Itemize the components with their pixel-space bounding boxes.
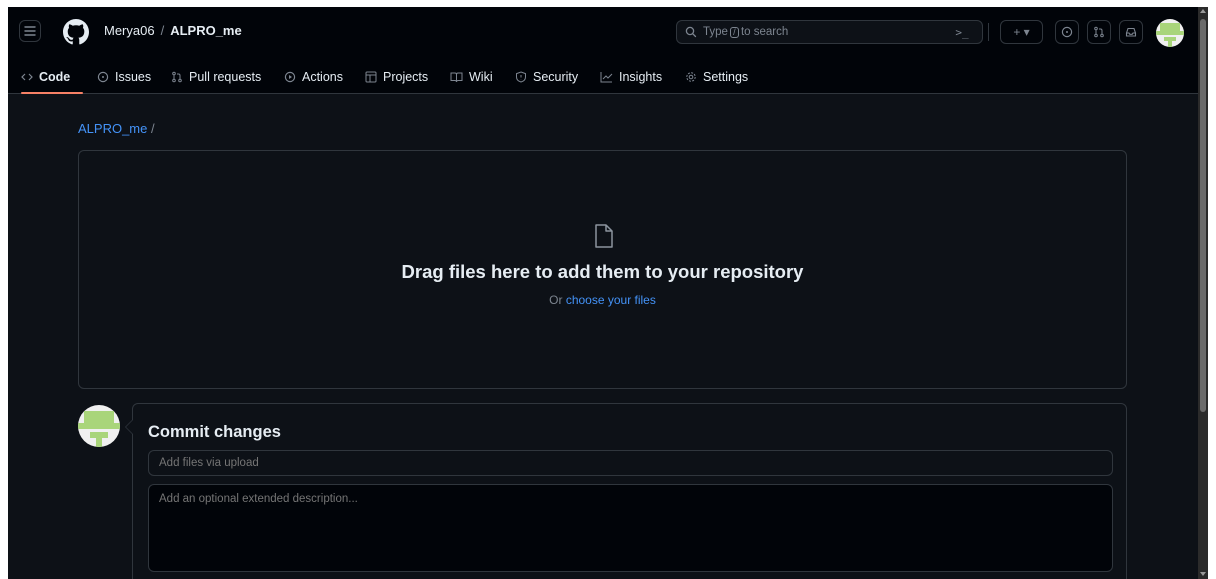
repo-breadcrumb: Merya06 / ALPRO_me [104, 23, 242, 38]
github-logo-icon[interactable] [63, 19, 89, 45]
tab-label: Security [533, 70, 579, 84]
owner-link[interactable]: Merya06 [104, 23, 155, 38]
command-palette-icon: >_ [955, 25, 969, 39]
tab-label: Projects [383, 70, 429, 84]
issues-button[interactable] [1055, 20, 1079, 44]
drop-zone-title: Drag files here to add them to your repo… [401, 261, 804, 282]
code-icon [21, 71, 33, 83]
pull-request-icon [1094, 26, 1104, 38]
table-icon [365, 71, 377, 83]
choose-files-link[interactable]: choose your files [566, 293, 656, 307]
repo-link[interactable]: ALPRO_me [170, 23, 242, 38]
search-placeholder-prefix: Type [703, 26, 728, 38]
plus-icon: + ▾ [1013, 25, 1030, 39]
tab-security[interactable]: Security [515, 66, 578, 88]
repo-header: Merya06 / ALPRO_me Type / to search >_ +… [8, 7, 1198, 94]
commit-author-avatar [78, 405, 120, 447]
create-new-button[interactable]: + ▾ [1000, 20, 1043, 44]
hamburger-menu-button[interactable] [19, 20, 41, 42]
tab-wiki[interactable]: Wiki [450, 66, 493, 88]
tab-label: Actions [302, 70, 343, 84]
upload-path-breadcrumb: ALPRO_me / [78, 121, 155, 136]
search-input[interactable]: Type / to search [676, 20, 983, 44]
drop-zone-subtitle: Or choose your files [79, 293, 1126, 307]
breadcrumb-separator: / [160, 23, 165, 38]
avatar[interactable] [1156, 19, 1184, 47]
file-icon [595, 224, 613, 248]
header-divider [988, 23, 989, 41]
tab-settings[interactable]: Settings [685, 66, 748, 88]
repo-tabs: Code Issues Pull requests Actions Projec… [8, 59, 1198, 94]
book-icon [450, 71, 463, 83]
issue-icon [97, 71, 109, 83]
tab-label: Insights [619, 70, 663, 84]
commit-form: Commit changes [132, 403, 1127, 579]
pull-request-icon [171, 71, 183, 83]
tab-projects[interactable]: Projects [365, 66, 428, 88]
page-scrollbar[interactable] [1198, 7, 1208, 579]
tab-code[interactable]: Code [21, 66, 70, 88]
path-separator: / [151, 121, 155, 136]
search-icon [685, 26, 697, 38]
tab-label: Code [39, 70, 71, 84]
scroll-down-arrow-icon[interactable] [1200, 572, 1206, 576]
graph-icon [600, 71, 613, 83]
gear-icon [685, 71, 697, 83]
hamburger-icon [24, 26, 36, 36]
commit-description-textarea[interactable] [148, 484, 1113, 572]
tab-label: Pull requests [189, 70, 262, 84]
commit-box-caret-inner [126, 420, 133, 434]
search-shortcut-key: / [729, 26, 739, 38]
commit-summary-input[interactable] [148, 450, 1113, 476]
file-drop-zone[interactable]: Drag files here to add them to your repo… [78, 150, 1127, 389]
drop-zone-or: Or [549, 293, 563, 307]
tab-actions[interactable]: Actions [284, 66, 343, 88]
tab-pull-requests[interactable]: Pull requests [171, 66, 261, 88]
tab-label: Wiki [469, 70, 493, 84]
play-icon [284, 71, 296, 83]
tab-label: Settings [703, 70, 749, 84]
tab-issues[interactable]: Issues [97, 66, 151, 88]
shield-icon [515, 71, 527, 83]
issues-icon [1061, 26, 1073, 38]
repo-root-link[interactable]: ALPRO_me [78, 121, 147, 136]
browser-viewport: Merya06 / ALPRO_me Type / to search >_ +… [8, 7, 1208, 579]
search-placeholder-suffix: to search [740, 26, 789, 38]
command-palette-button[interactable]: >_ [950, 20, 974, 44]
pull-requests-button[interactable] [1087, 20, 1111, 44]
global-nav: Merya06 / ALPRO_me Type / to search >_ +… [8, 7, 1198, 59]
tab-insights[interactable]: Insights [600, 66, 662, 88]
identicon-avatar-image [1156, 19, 1184, 47]
identicon-avatar-image [78, 405, 120, 447]
active-tab-indicator [21, 92, 83, 94]
inbox-icon [1125, 27, 1137, 37]
commit-title: Commit changes [148, 423, 281, 441]
scrollbar-thumb[interactable] [1200, 19, 1206, 412]
tab-label: Issues [115, 70, 152, 84]
inbox-button[interactable] [1119, 20, 1143, 44]
scroll-up-arrow-icon[interactable] [1200, 9, 1206, 13]
